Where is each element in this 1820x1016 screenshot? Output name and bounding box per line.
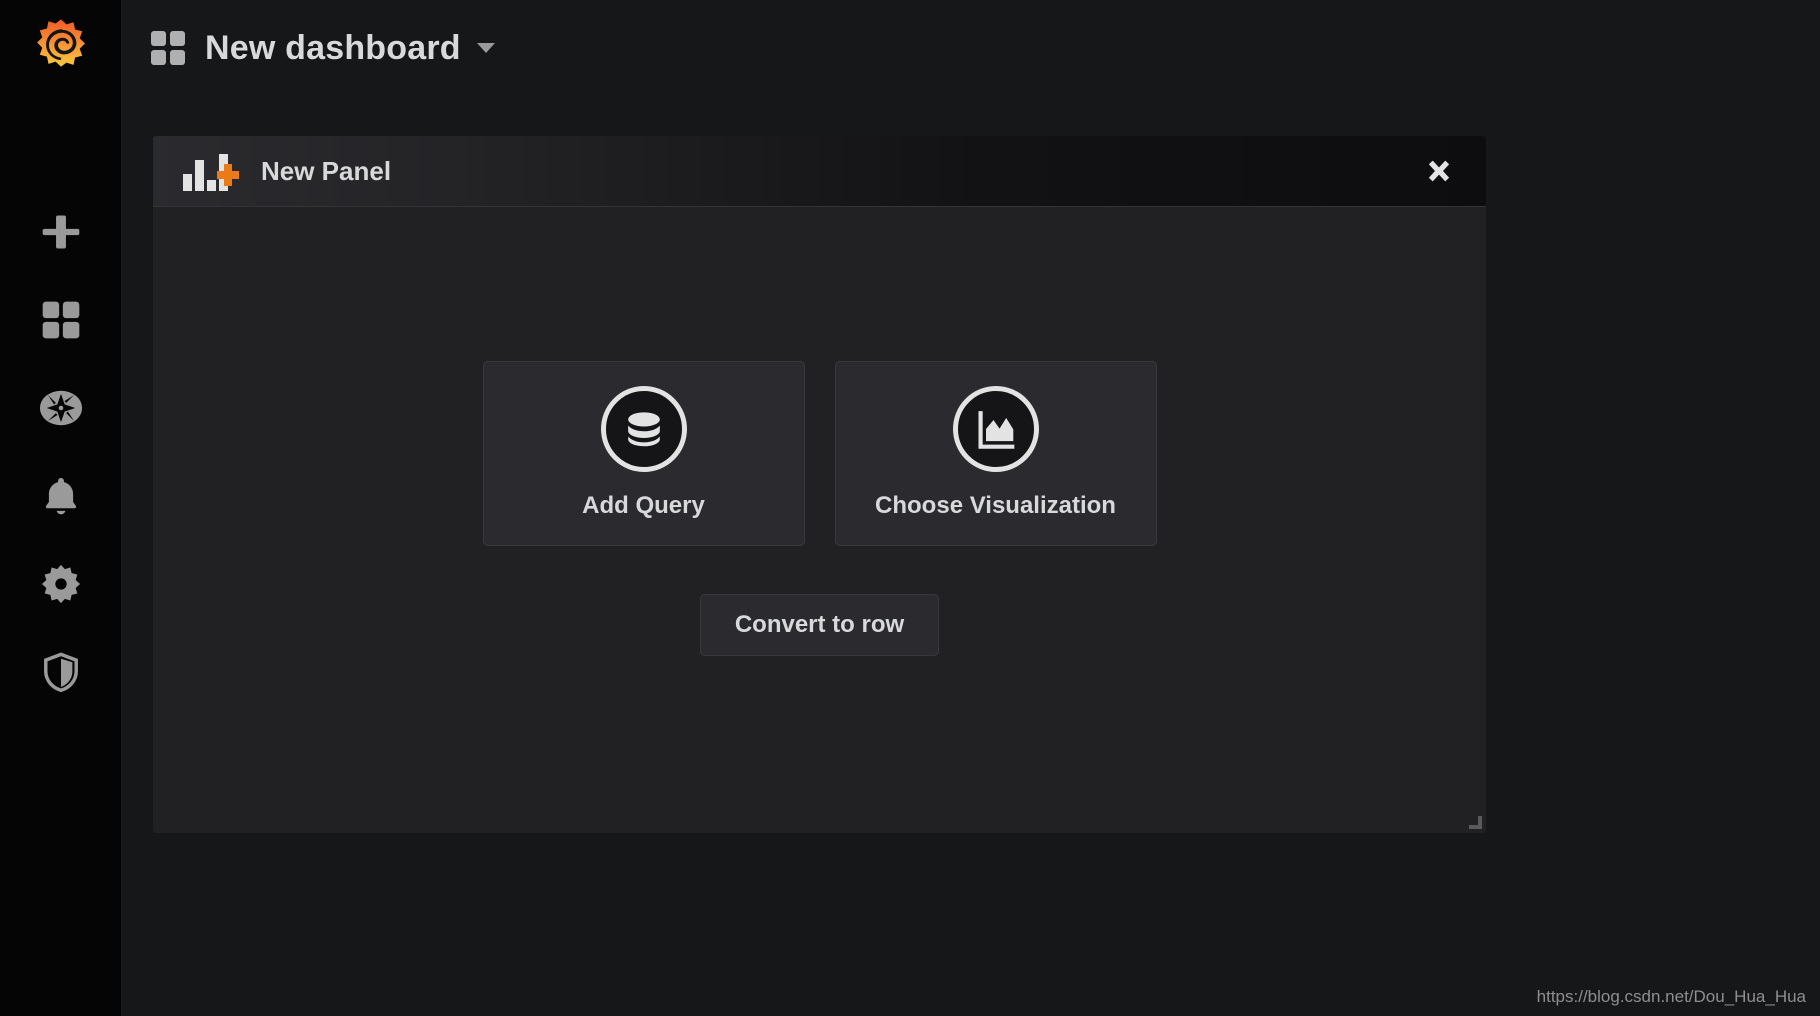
- compass-icon: [39, 390, 82, 426]
- add-query-label: Add Query: [582, 492, 705, 519]
- panel-body: Add Query Choose Visualization Convert t…: [153, 207, 1486, 833]
- grid-cell: [151, 50, 166, 65]
- grid-cell: [151, 31, 166, 46]
- new-panel: New Panel Add Query Choose Visualization…: [153, 136, 1486, 833]
- grafana-app: New dashboard New Panel Add Query Choose…: [0, 0, 1820, 1016]
- sidebar-item-create[interactable]: [0, 188, 121, 276]
- sidebar-nav: [0, 188, 121, 716]
- shield-icon: [43, 652, 78, 693]
- choose-visualization-label: Choose Visualization: [875, 492, 1116, 519]
- dashboard-grid-icon: [151, 31, 185, 65]
- choose-visualization-card[interactable]: Choose Visualization: [834, 360, 1157, 546]
- grid-cell: [170, 31, 185, 46]
- chevron-down-icon[interactable]: [476, 43, 495, 53]
- watermark-text: https://blog.csdn.net/Dou_Hua_Hua: [1536, 987, 1806, 1006]
- area-chart-icon: [952, 386, 1039, 472]
- dashboard-title[interactable]: New dashboard: [205, 29, 461, 68]
- gear-icon: [41, 564, 80, 604]
- sidebar-item-explore[interactable]: [0, 364, 121, 452]
- grafana-logo[interactable]: [30, 16, 92, 78]
- panel-action-cards: Add Query Choose Visualization: [482, 360, 1157, 546]
- sidebar-item-dashboards[interactable]: [0, 276, 121, 364]
- sidebar-item-alerting[interactable]: [0, 452, 121, 540]
- dashboards-grid-icon: [42, 301, 79, 339]
- bar-chart-plus-icon: [183, 151, 239, 191]
- add-query-card[interactable]: Add Query: [482, 360, 805, 546]
- grid-cell: [170, 50, 185, 65]
- close-icon[interactable]: [1422, 154, 1456, 188]
- sidebar-item-server-admin[interactable]: [0, 628, 121, 716]
- database-icon: [600, 386, 687, 472]
- convert-to-row-button[interactable]: Convert to row: [699, 593, 940, 656]
- convert-to-row-label: Convert to row: [734, 610, 905, 638]
- plus-icon: [42, 215, 79, 249]
- dashboard-header: New dashboard: [121, 0, 1820, 96]
- sidebar-item-configuration[interactable]: [0, 540, 121, 628]
- resize-handle-icon[interactable]: [1467, 814, 1483, 830]
- panel-header[interactable]: New Panel: [153, 136, 1486, 207]
- panel-title: New Panel: [261, 155, 392, 186]
- sidebar: [0, 0, 121, 1016]
- bell-icon: [45, 478, 76, 515]
